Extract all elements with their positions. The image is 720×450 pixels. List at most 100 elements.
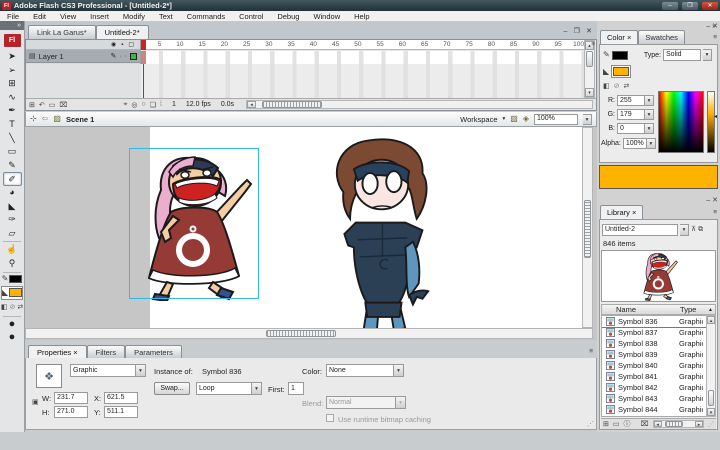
- tool-option-button[interactable]: ●: [3, 331, 22, 345]
- color-panel-menu-icon[interactable]: ≡: [713, 34, 717, 41]
- menu-item[interactable]: Text: [152, 12, 180, 21]
- library-menu-icon[interactable]: ≡: [713, 209, 717, 216]
- new-folder-icon[interactable]: ▭: [613, 420, 620, 428]
- tool-button[interactable]: ◣: [3, 200, 22, 214]
- layer-visible-dot[interactable]: ·: [119, 53, 121, 60]
- new-symbol-icon[interactable]: ⊞: [603, 420, 609, 428]
- layer-row[interactable]: ▤ Layer 1 ✎ · ·: [26, 50, 140, 63]
- library-vscrollbar[interactable]: ▴ ▾: [706, 315, 716, 417]
- channel-spinner-icon[interactable]: ▾: [645, 95, 654, 106]
- layer-name[interactable]: Layer 1: [39, 52, 108, 61]
- outline-layers-icon[interactable]: ▢: [128, 41, 134, 48]
- loop-dropdown-icon[interactable]: ▾: [252, 382, 262, 395]
- edit-scene-button-icon[interactable]: ▨: [510, 114, 518, 124]
- zoom-dropdown-icon[interactable]: ▾: [583, 114, 592, 125]
- black-white-icon[interactable]: ◧: [603, 82, 610, 92]
- layer-outline-color[interactable]: [130, 53, 137, 60]
- onion-control-icon[interactable]: ⁞: [160, 101, 162, 108]
- type-dropdown-icon[interactable]: ▾: [703, 49, 712, 61]
- name-column-header[interactable]: Name: [602, 305, 680, 314]
- no-color-icon[interactable]: ⊘: [9, 303, 15, 313]
- swap-button[interactable]: Swap...: [154, 382, 190, 395]
- library-item-row[interactable]: Symbol 844 Graphic: [602, 404, 715, 415]
- delete-item-icon[interactable]: ⌧: [641, 420, 649, 428]
- color-group-minimize-icon[interactable]: –: [706, 23, 710, 30]
- timeline-vscrollbar[interactable]: ▴ ▾: [584, 40, 595, 98]
- tool-button[interactable]: ▭: [3, 145, 22, 159]
- edit-scene-icon[interactable]: ⊹: [30, 114, 37, 124]
- color-panel-tab[interactable]: Color ×: [600, 30, 638, 44]
- height-input[interactable]: 271.0: [54, 406, 88, 418]
- doc-restore-icon[interactable]: ❐: [572, 28, 582, 35]
- resize-grip-icon[interactable]: ⋰: [587, 420, 594, 428]
- menu-item[interactable]: Control: [232, 12, 270, 21]
- selection-bounding-box[interactable]: [129, 148, 259, 299]
- document-tab[interactable]: Link La Garus*: [28, 25, 96, 39]
- edit-symbols-icon[interactable]: ◈: [523, 114, 529, 124]
- lib-scroll-up-icon[interactable]: ▴: [707, 316, 715, 324]
- lib-scroll-down-icon[interactable]: ▾: [707, 408, 715, 416]
- playhead[interactable]: [141, 40, 146, 50]
- menu-item[interactable]: File: [0, 12, 26, 21]
- onion-control-icon[interactable]: ◎: [131, 101, 137, 109]
- workspace-button[interactable]: Workspace: [460, 115, 497, 124]
- menu-item[interactable]: Edit: [26, 12, 53, 21]
- fill-bucket-icon[interactable]: ◣: [603, 67, 609, 77]
- fill-color-chip-pressed[interactable]: [611, 65, 631, 78]
- x-input[interactable]: 621.5: [104, 392, 138, 404]
- layer-control-icon[interactable]: ↶: [39, 101, 45, 109]
- sort-order-icon[interactable]: ▲: [708, 307, 715, 313]
- color-effect-dropdown[interactable]: None▾: [326, 364, 404, 377]
- menu-item[interactable]: Window: [306, 12, 347, 21]
- menu-item[interactable]: View: [53, 12, 83, 21]
- tool-button[interactable]: T: [3, 118, 22, 132]
- frame-ruler[interactable]: 5101520253035404550556065707580859095100: [141, 40, 586, 50]
- channel-spinner-icon[interactable]: ▾: [645, 123, 654, 134]
- tool-button[interactable]: ╲: [3, 132, 22, 146]
- library-group-minimize-icon[interactable]: –: [706, 197, 710, 204]
- stroke-pencil-icon[interactable]: ✎: [603, 50, 610, 60]
- minimize-button[interactable]: –: [662, 2, 678, 10]
- doc-minimize-icon[interactable]: –: [561, 28, 569, 35]
- library-item-row[interactable]: Symbol 837 Graphic: [602, 327, 715, 338]
- frame-area-empty[interactable]: [141, 64, 586, 98]
- color-spectrum[interactable]: [658, 91, 704, 153]
- doc-close-icon[interactable]: ✕: [584, 28, 594, 35]
- menu-item[interactable]: Insert: [83, 12, 116, 21]
- tool-button[interactable]: ⊞: [3, 77, 22, 91]
- menu-item[interactable]: Commands: [180, 12, 232, 21]
- onion-control-icon[interactable]: ❏: [150, 101, 156, 109]
- timeline-hscrollbar[interactable]: ◂: [246, 100, 593, 109]
- menu-item[interactable]: Modify: [116, 12, 152, 21]
- timeline-menu-icon[interactable]: ≡: [591, 41, 595, 48]
- channel-spinner-icon[interactable]: ▾: [645, 109, 654, 120]
- library-resize-grip-icon[interactable]: ⋰: [708, 421, 714, 428]
- tool-button[interactable]: ✎: [3, 159, 22, 173]
- library-item-row[interactable]: Symbol 839 Graphic: [602, 349, 715, 360]
- channel-input[interactable]: 179: [617, 109, 645, 120]
- library-hscrollbar[interactable]: ◂ ▸: [653, 420, 704, 428]
- frame-rate[interactable]: 12.0 fps: [186, 101, 211, 108]
- library-item-row[interactable]: Symbol 843 Graphic: [602, 393, 715, 404]
- tool-button[interactable]: ✑: [3, 213, 22, 227]
- tool-button[interactable]: ✐: [3, 172, 22, 186]
- loop-dropdown[interactable]: Loop▾: [196, 382, 262, 395]
- properties-tab[interactable]: Properties ×: [28, 345, 87, 358]
- brightness-marker-icon[interactable]: ◂: [714, 113, 717, 120]
- lock-layers-icon[interactable]: ▪: [121, 42, 123, 48]
- library-item-row[interactable]: Symbol 841 Graphic: [602, 371, 715, 382]
- black-white-icon[interactable]: ◧: [1, 303, 8, 313]
- stage-vscrollbar[interactable]: [582, 127, 593, 328]
- library-item-row[interactable]: Symbol 836 Graphic: [602, 316, 715, 327]
- behavior-dropdown-icon[interactable]: ▾: [136, 364, 146, 377]
- library-item-row[interactable]: Symbol 838 Graphic: [602, 338, 715, 349]
- stroke-color-chip[interactable]: [612, 51, 628, 60]
- onion-control-icon[interactable]: ○: [142, 101, 146, 108]
- document-tab[interactable]: Untitled-2*: [96, 25, 149, 39]
- stroke-color-swatch[interactable]: [9, 275, 22, 283]
- item-properties-icon[interactable]: ⓘ: [624, 419, 631, 429]
- properties-tab[interactable]: Parameters: [125, 345, 182, 358]
- properties-tab[interactable]: Filters: [87, 345, 125, 358]
- lib-scroll-left-icon[interactable]: ◂: [654, 421, 662, 427]
- constrain-lock-icon[interactable]: ▣: [32, 398, 39, 406]
